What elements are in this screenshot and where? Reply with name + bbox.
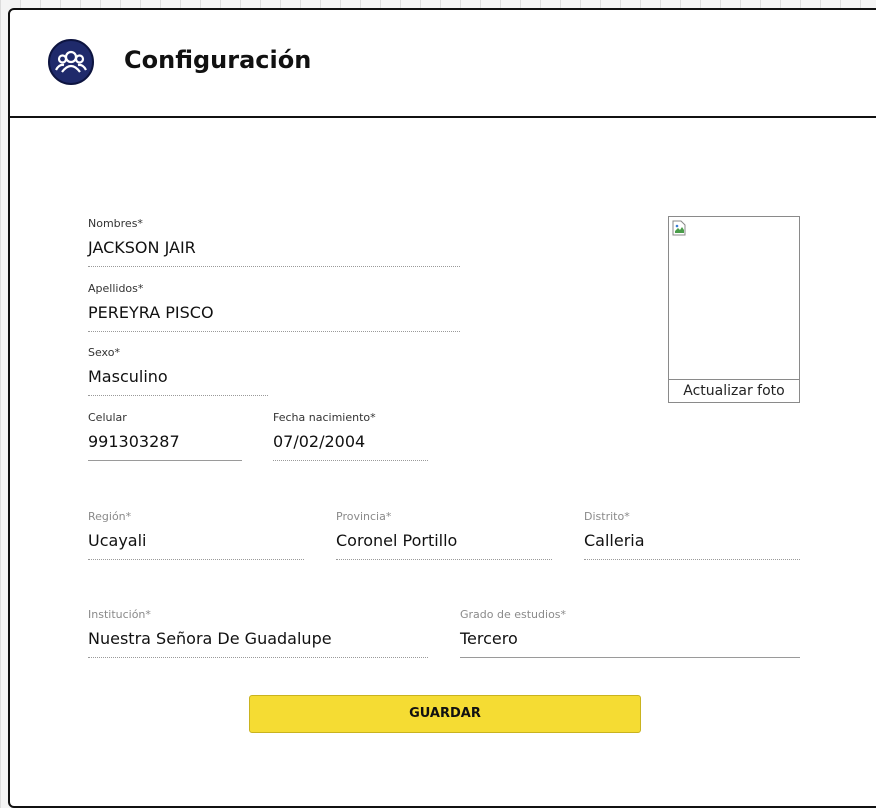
nombres-underline — [88, 266, 460, 267]
institucion-field[interactable]: Institución* Nuestra Señora De Guadalupe — [88, 607, 428, 658]
users-group-icon — [48, 39, 94, 85]
celular-underline — [88, 460, 242, 461]
sexo-field[interactable]: Sexo* Masculino — [88, 345, 268, 396]
nombres-field[interactable]: Nombres* JACKSON JAIR — [88, 216, 460, 267]
apellidos-label: Apellidos* — [88, 282, 144, 295]
save-button[interactable]: GUARDAR — [249, 695, 641, 733]
region-label: Región* — [88, 510, 132, 523]
page-title: Configuración — [124, 46, 312, 74]
provincia-field[interactable]: Provincia* Coronel Portillo — [336, 509, 552, 560]
distrito-underline — [584, 559, 800, 560]
celular-field[interactable]: Celular 991303287 — [88, 410, 242, 461]
update-photo-button[interactable]: Actualizar foto — [669, 379, 799, 402]
institucion-label: Institución* — [88, 608, 151, 621]
fecha-nacimiento-input[interactable]: 07/02/2004 — [273, 430, 428, 454]
fecha-nacimiento-underline — [273, 460, 428, 461]
settings-card: Configuración Nombres* JACKSON JAIR Apel… — [8, 8, 876, 808]
institucion-select[interactable]: Nuestra Señora De Guadalupe — [88, 627, 428, 651]
sexo-label: Sexo* — [88, 346, 120, 359]
grado-field[interactable]: Grado de estudios* Tercero — [460, 607, 800, 658]
distrito-select[interactable]: Calleria — [584, 529, 800, 553]
grado-label: Grado de estudios* — [460, 608, 567, 621]
nombres-label: Nombres* — [88, 217, 143, 230]
sexo-select[interactable]: Masculino — [88, 365, 268, 389]
apellidos-underline — [88, 331, 460, 332]
apellidos-input[interactable]: PEREYRA PISCO — [88, 301, 460, 325]
grado-select[interactable]: Tercero — [460, 627, 800, 651]
sexo-underline — [88, 395, 268, 396]
fecha-nacimiento-label: Fecha nacimiento* — [273, 411, 376, 424]
distrito-label: Distrito* — [584, 510, 630, 523]
grado-underline — [460, 657, 800, 658]
celular-label: Celular — [88, 411, 127, 424]
page-header: Configuración — [10, 10, 876, 118]
region-select[interactable]: Ucayali — [88, 529, 304, 553]
nombres-input[interactable]: JACKSON JAIR — [88, 236, 460, 260]
broken-image-icon — [672, 220, 686, 236]
provincia-label: Provincia* — [336, 510, 392, 523]
apellidos-field[interactable]: Apellidos* PEREYRA PISCO — [88, 281, 460, 332]
region-field[interactable]: Región* Ucayali — [88, 509, 304, 560]
institucion-underline — [88, 657, 428, 658]
provincia-select[interactable]: Coronel Portillo — [336, 529, 552, 553]
provincia-underline — [336, 559, 552, 560]
profile-photo[interactable]: Actualizar foto — [668, 216, 800, 403]
celular-input[interactable]: 991303287 — [88, 430, 242, 454]
fecha-nacimiento-field[interactable]: Fecha nacimiento* 07/02/2004 — [273, 410, 428, 461]
distrito-field[interactable]: Distrito* Calleria — [584, 509, 800, 560]
region-underline — [88, 559, 304, 560]
